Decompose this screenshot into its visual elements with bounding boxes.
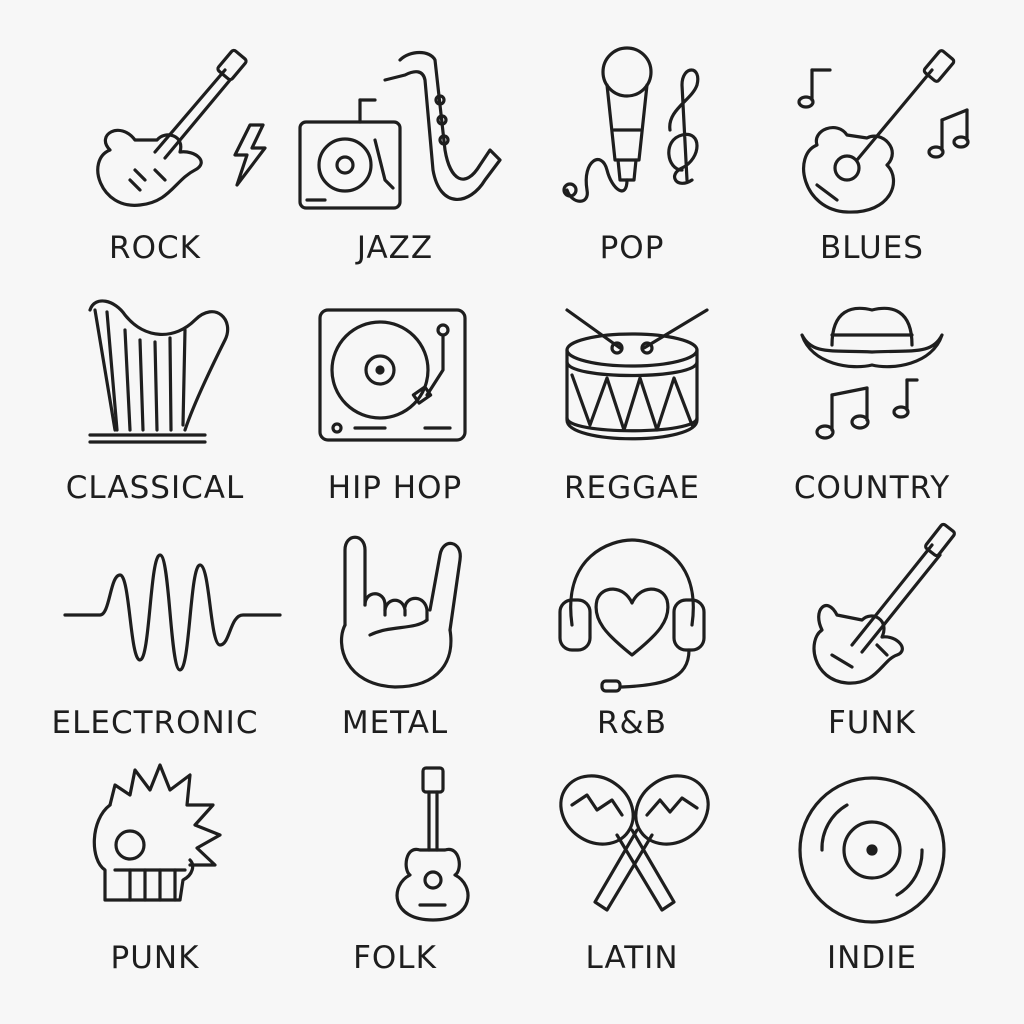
- cowboy-hat-notes-icon: [800, 306, 944, 440]
- rock-hand-icon: [340, 535, 462, 689]
- genre-label: COUNTRY: [793, 470, 951, 506]
- genre-tile-folk: FOLK: [275, 750, 515, 990]
- genre-label: BLUES: [820, 230, 924, 266]
- genre-tile-blues: BLUES: [752, 40, 992, 280]
- genre-tile-pop: POP: [512, 40, 752, 280]
- genre-tile-country: COUNTRY: [752, 280, 992, 520]
- turntable-icon: [318, 308, 467, 442]
- genre-label: LATIN: [585, 940, 679, 976]
- vinyl-record-icon: [798, 776, 946, 924]
- acoustic-guitar-notes-icon: [797, 49, 970, 214]
- harp-icon: [88, 299, 230, 444]
- genre-label: REGGAE: [564, 470, 700, 506]
- genre-label: FOLK: [353, 940, 437, 976]
- genre-label: JAZZ: [356, 230, 434, 266]
- microphone-treble-clef-icon: [562, 46, 700, 203]
- drum-icon: [565, 308, 709, 441]
- bass-guitar-icon: [812, 522, 956, 685]
- genre-label: INDIE: [827, 940, 917, 976]
- genre-label: ROCK: [109, 230, 201, 266]
- sound-wave-icon: [63, 553, 282, 672]
- maracas-icon: [559, 774, 710, 912]
- genre-label: CLASSICAL: [65, 470, 245, 506]
- genre-label: FUNK: [827, 705, 917, 741]
- genre-icon-grid: ROCK JAZZ POP BLUES CLASSICAL HIP HOP RE…: [0, 0, 1024, 1024]
- genre-label: R&B: [597, 705, 667, 741]
- genre-label: METAL: [341, 705, 449, 741]
- genre-tile-hip-hop: HIP HOP: [275, 280, 515, 520]
- electric-guitar-lightning-icon: [96, 48, 267, 207]
- genre-tile-rnb: R&B: [512, 515, 752, 755]
- genre-tile-indie: INDIE: [752, 750, 992, 990]
- genre-label: ELECTRONIC: [51, 705, 259, 741]
- genre-tile-electronic: ELECTRONIC: [35, 515, 282, 755]
- mohawk-skull-icon: [92, 763, 222, 902]
- genre-label: POP: [599, 230, 665, 266]
- genre-tile-funk: FUNK: [752, 515, 992, 755]
- genre-label: HIP HOP: [327, 470, 463, 506]
- ukulele-icon: [395, 766, 470, 922]
- genre-tile-metal: METAL: [275, 515, 515, 755]
- genre-tile-rock: ROCK: [35, 40, 275, 280]
- genre-tile-reggae: REGGAE: [512, 280, 752, 520]
- genre-tile-latin: LATIN: [512, 750, 752, 990]
- headset-heart-icon: [558, 538, 706, 693]
- genre-tile-punk: PUNK: [35, 750, 275, 990]
- saxophone-turntable-icon: [298, 50, 502, 210]
- genre-tile-jazz: JAZZ: [275, 40, 515, 280]
- genre-label: PUNK: [110, 940, 200, 976]
- genre-tile-classical: CLASSICAL: [35, 280, 275, 520]
